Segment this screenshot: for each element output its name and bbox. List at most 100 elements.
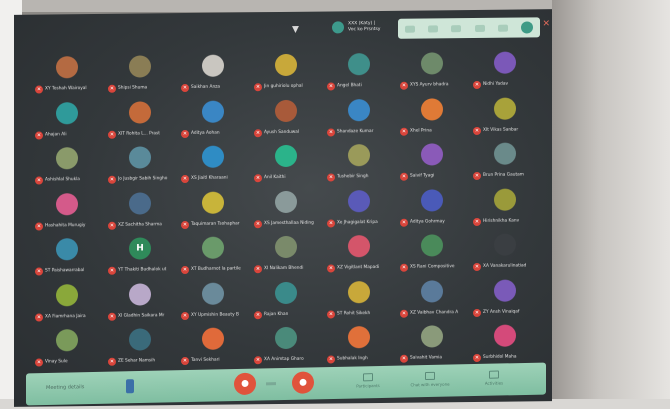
participant-avatar xyxy=(202,282,224,305)
activities-button[interactable]: Activities xyxy=(474,369,514,390)
close-icon[interactable]: ✕ xyxy=(542,19,550,29)
chevron-down-icon[interactable]: ▼ xyxy=(292,25,299,35)
participant-tile[interactable]: ✕ Tushebir Singh xyxy=(324,142,396,191)
participant-avatar xyxy=(348,326,370,349)
hand-icon[interactable] xyxy=(451,24,462,32)
participant-tile[interactable]: ✕ Taquimaran Tsohaphar xyxy=(178,189,250,238)
participant-tile[interactable]: ✕ XS Jiaitl Kharaani xyxy=(178,143,250,192)
participant-avatar xyxy=(421,52,443,75)
participant-tile[interactable]: ✕ Tanvi Sekhari xyxy=(178,325,250,374)
participant-tile[interactable]: ✕ Saivif Tyagi xyxy=(397,141,469,190)
mic-off-icon: ✕ xyxy=(254,128,262,137)
participant-tile[interactable]: ✕ Hashahita Murugiy xyxy=(32,190,104,239)
mic-off-icon: ✕ xyxy=(327,264,335,273)
participant-tile[interactable]: ✕ Brun Prina Gautam xyxy=(470,140,542,189)
participant-tile[interactable]: ✕ XS Jamesthallaa Niding xyxy=(251,188,323,237)
meeting-details-button[interactable]: Meeting details xyxy=(46,384,84,391)
mic-off-button[interactable]: ● xyxy=(234,372,256,396)
mic-off-icon: ✕ xyxy=(181,265,189,275)
participant-tile[interactable]: ✕ Aditya Gohrmay xyxy=(397,187,469,236)
participant-name: Rajan Khan xyxy=(264,311,289,317)
participant-tile[interactable]: ✕ XA Fiamrhana Jaira xyxy=(32,281,104,330)
participant-tile[interactable]: ✕ Anil Kaithi xyxy=(251,143,323,192)
presenter-avatar xyxy=(332,21,344,34)
participant-tile[interactable]: ✕ XY Toshah Wairoyal xyxy=(32,54,104,103)
camera-off-button[interactable]: ● xyxy=(292,371,314,394)
participant-tile[interactable]: ✕ XT Budharnot la partile xyxy=(178,234,250,283)
participant-tile[interactable]: ✕ XS Rani Compositive xyxy=(397,232,469,281)
participant-avatar xyxy=(348,144,370,167)
participant-tile[interactable]: ✕ Shipsi Shuma xyxy=(105,53,177,102)
participant-avatar xyxy=(494,97,516,120)
participant-name: Taquimaran Tsohaphar xyxy=(191,220,240,227)
mic-icon[interactable] xyxy=(404,25,415,33)
participant-tile[interactable]: ✕ XI Nalikam Bhendi xyxy=(251,234,323,283)
participant-avatar xyxy=(202,100,224,123)
participant-tile[interactable]: ✕ Angel Bhati xyxy=(324,51,396,100)
participant-avatar xyxy=(202,191,224,214)
mic-off-icon: ✕ xyxy=(327,355,335,364)
participant-tile[interactable]: ✕ Rajan Khan xyxy=(251,279,323,328)
participant-tile[interactable]: H ✕ YT Thakiti Budhalok ut xyxy=(105,235,177,284)
divider xyxy=(266,382,276,386)
mic-off-icon: ✕ xyxy=(254,310,262,319)
participant-tile[interactable]: ✕ Vinay Sule xyxy=(32,327,104,376)
participant-tile[interactable]: ✕ Hirishnikha Kanv xyxy=(470,186,542,235)
participants-button[interactable]: Participants xyxy=(348,372,388,393)
participant-avatar xyxy=(421,188,443,212)
leave-icon[interactable] xyxy=(521,21,534,34)
participant-tile[interactable]: ✕ XIT Rohita L... Prast xyxy=(105,99,177,148)
participant-tile[interactable]: ✕ XZ Sachitha Sharma xyxy=(105,190,177,239)
mic-off-icon: ✕ xyxy=(35,176,43,185)
mic-off-icon: ✕ xyxy=(181,174,189,184)
participant-tile[interactable]: ✕ XI Gladhin Saikara Mr xyxy=(105,281,177,330)
participant-tile[interactable]: ✕ XA Animtap Gharo xyxy=(251,325,323,374)
participant-avatar xyxy=(494,324,516,347)
participant-avatar xyxy=(129,282,151,306)
mic-off-icon: ✕ xyxy=(400,127,408,136)
mic-off-icon: ✕ xyxy=(35,267,43,276)
chat-button[interactable]: Chat with everyone xyxy=(410,371,450,392)
mic-off-icon: ✕ xyxy=(327,173,335,182)
participant-tile[interactable]: ✕ Shandaze Kumar xyxy=(324,96,396,145)
participant-tile[interactable]: ✕ Ashishlal Shukla xyxy=(32,145,104,194)
captions-icon[interactable] xyxy=(126,379,134,394)
people-icon xyxy=(363,373,373,382)
participant-tile[interactable]: ✕ XZ Vigitlant Mapadi xyxy=(324,233,396,282)
participant-tile[interactable]: ✕ XIt Vikas Sanbar xyxy=(470,95,542,144)
participant-tile[interactable]: ✕ ST Paishawarrabal xyxy=(32,236,104,285)
participant-tile[interactable]: ✕ Jo Jusbgir Sabih Singho xyxy=(105,144,177,193)
participant-tile[interactable]: ✕ Xe Jhagigalat Kripa xyxy=(324,187,396,236)
more-icon[interactable] xyxy=(497,24,508,32)
participant-name: XS Jamesthallaa Niding xyxy=(264,220,314,226)
participant-name: Xhel Prina xyxy=(410,127,432,134)
participant-tile[interactable]: ✕ Xhel Prina xyxy=(397,96,469,145)
participant-avatar xyxy=(202,145,224,168)
participant-tile[interactable]: ✕ XYS Ayurv bhadra xyxy=(397,50,469,99)
participant-avatar xyxy=(348,53,370,76)
camera-icon[interactable] xyxy=(427,24,438,32)
participant-tile[interactable]: ✕ Ahajan Ali xyxy=(32,99,104,148)
participant-tile[interactable]: ✕ Aditya Aohan xyxy=(178,98,250,147)
participant-tile[interactable]: ✕ XY Upmishin Beauty B xyxy=(178,280,250,329)
presenter-indicator[interactable]: XXX (Katy) | Voc ko Prsntsy xyxy=(332,21,382,34)
participant-avatar xyxy=(56,101,78,124)
mic-off-icon: ✕ xyxy=(400,81,408,90)
participant-avatar xyxy=(56,192,78,215)
participant-tile[interactable]: ✕ Saikhan Anza xyxy=(178,52,250,101)
participant-name: XY Upmishin Beauty B xyxy=(191,311,239,318)
participant-tile[interactable]: ✕ Jin guhiriolu ophal xyxy=(251,52,323,101)
participant-tile[interactable]: ✕ ZE Sehar Namsih xyxy=(105,326,177,375)
participant-name: Jo Jusbgir Sabih Singho xyxy=(118,176,168,182)
participant-tile[interactable]: ✕ Ayush Sanduwal xyxy=(251,97,323,146)
participant-tile[interactable]: ✕ XZ Vaibhav Chandra A xyxy=(397,278,469,327)
participant-tile[interactable]: ✕ Nidhi Yadav xyxy=(470,49,542,98)
captions-icon[interactable] xyxy=(474,24,485,32)
mic-off-icon: ✕ xyxy=(400,218,408,227)
participant-tile[interactable]: ✕ ZY Ansh Vinaiqaf xyxy=(470,277,542,326)
participant-avatar xyxy=(56,56,78,79)
participant-tile[interactable]: ✕ ST Rohit Sikekh xyxy=(324,278,396,327)
participant-avatar xyxy=(56,329,78,352)
mic-off-icon: ✕ xyxy=(254,174,262,183)
participant-tile[interactable]: ✕ XA Vanakarulinatiad xyxy=(470,231,542,280)
